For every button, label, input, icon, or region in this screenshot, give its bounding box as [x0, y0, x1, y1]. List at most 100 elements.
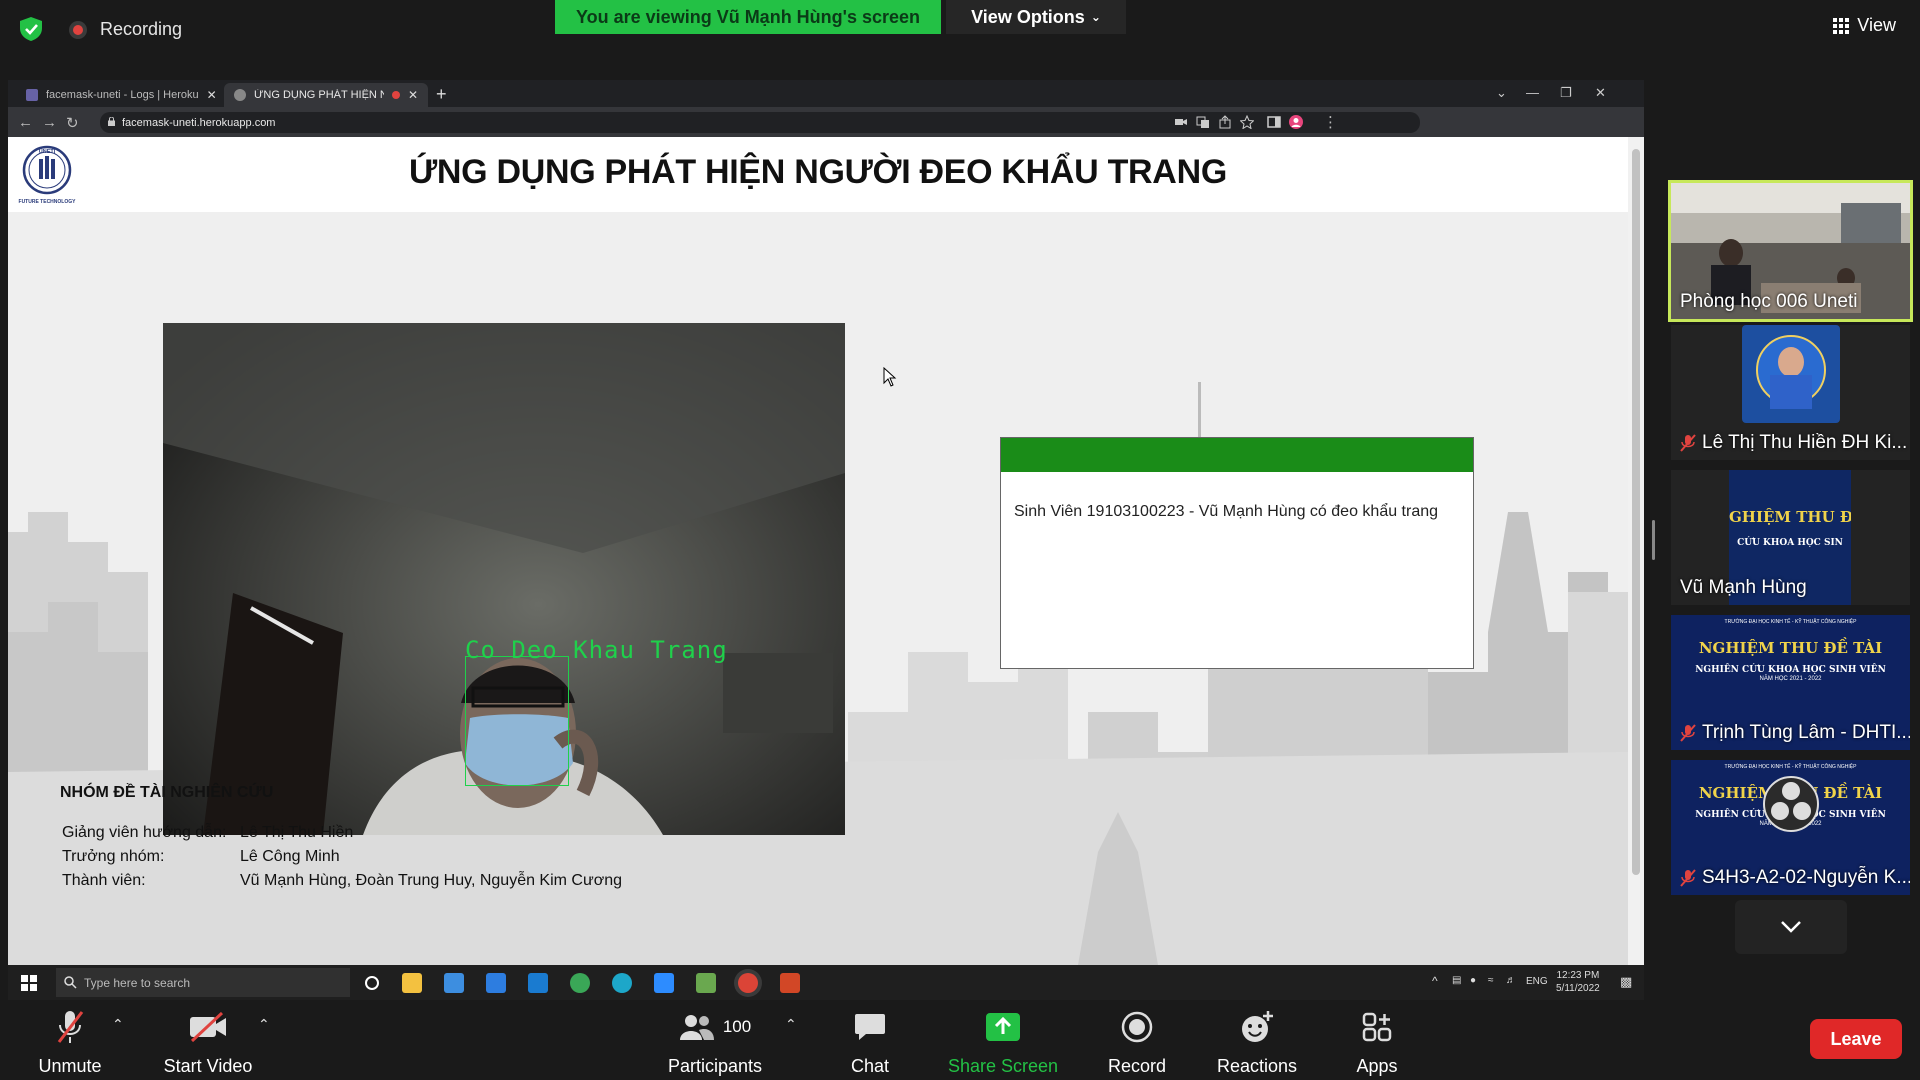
page-header: UNETI FUTURE TECHNOLOGY ỨNG DỤNG PHÁT HI…	[8, 137, 1628, 212]
leave-button[interactable]: Leave	[1810, 1019, 1902, 1059]
event-banner: TRƯỜNG ĐẠI HỌC KINH TẾ - KỸ THUẬT CÔNG N…	[1695, 619, 1886, 682]
clock-date: 5/11/2022	[1556, 983, 1600, 994]
profile-avatar-icon[interactable]	[1289, 115, 1303, 129]
result-panel-header	[1001, 438, 1473, 472]
apps-button[interactable]: Apps	[1350, 1008, 1404, 1077]
close-tab-icon[interactable]: ✕	[408, 88, 418, 102]
chevron-down-icon: ⌄	[1090, 10, 1101, 24]
participants-button[interactable]: 100 Participants	[660, 1008, 770, 1077]
participants-label: Participants	[667, 1056, 763, 1076]
side-panel-icon[interactable]	[1267, 115, 1281, 129]
reload-icon[interactable]: ↻	[66, 114, 79, 132]
page-body: Co Deo Khau Trang Sinh Viên 19103100223 …	[8, 212, 1628, 965]
tab-search-icon[interactable]: ⌄	[1496, 85, 1507, 101]
edge-icon[interactable]	[612, 973, 632, 993]
new-tab-icon[interactable]: +	[436, 84, 447, 105]
zoom-app-icon[interactable]	[654, 973, 674, 993]
taskbar-search-input[interactable]: Type here to search	[56, 968, 350, 997]
tab-facemask-app[interactable]: ỨNG DỤNG PHÁT HIỆN NGƯ... ✕	[224, 83, 428, 107]
notification-icon[interactable]: ▩	[1620, 974, 1632, 990]
unmute-label: Unmute	[38, 1056, 102, 1076]
network-icon[interactable]: ▤	[1452, 975, 1461, 986]
camera-in-use-icon[interactable]	[1174, 115, 1188, 129]
language-indicator[interactable]: ENG	[1526, 976, 1548, 987]
windows-start-icon[interactable]	[21, 975, 37, 991]
globe-favicon-icon	[234, 89, 246, 101]
more-options-icon[interactable]: ⋮	[1323, 113, 1338, 131]
apps-label: Apps	[1356, 1056, 1398, 1076]
face-detection-box	[465, 656, 569, 786]
windows-taskbar: Type here to search ^ ▤ ● ≈ ♬ ENG 12:23 …	[8, 965, 1644, 1000]
recording-label[interactable]: Recording	[100, 19, 182, 40]
back-icon[interactable]: ←	[18, 114, 33, 131]
restore-icon[interactable]: ❐	[1560, 85, 1572, 101]
security-shield-icon[interactable]	[18, 16, 44, 42]
chat-label: Chat	[850, 1056, 890, 1076]
record-label: Record	[1107, 1056, 1167, 1076]
microphone-icon[interactable]: ●	[1470, 975, 1476, 986]
zoom-top-bar: Recording You are viewing Vũ Mạnh Hùng's…	[0, 0, 1920, 80]
system-tray: ^ ▤ ● ≈ ♬ ENG 12:23 PM 5/11/2022 ▩	[1408, 965, 1644, 1000]
team-row-value: Lê Công Minh	[240, 848, 340, 865]
panel-resize-handle[interactable]	[1652, 520, 1655, 560]
start-video-button[interactable]: Start Video	[158, 1008, 258, 1077]
participants-options-caret-icon[interactable]: ⌃	[785, 1016, 797, 1033]
tray-chevron-icon[interactable]: ^	[1432, 974, 1438, 988]
participant-avatar	[1742, 325, 1840, 423]
store-icon[interactable]	[444, 973, 464, 993]
minimize-icon[interactable]: —	[1526, 85, 1539, 100]
record-button[interactable]: Record	[1100, 1008, 1174, 1077]
video-tile-room[interactable]: Phòng học 006 Uneti	[1668, 180, 1913, 322]
android-studio-icon[interactable]	[696, 973, 716, 993]
wifi-icon[interactable]: ≈	[1488, 975, 1494, 986]
powerpoint-icon[interactable]	[780, 973, 800, 993]
logo-text-bottom: FUTURE TECHNOLOGY	[19, 199, 77, 205]
team-row-leader: Trưởng nhóm: Lê Công Minh	[62, 848, 340, 866]
chat-icon	[855, 1014, 885, 1040]
view-options-button[interactable]: View Options ⌄	[946, 0, 1126, 34]
chevron-down-icon	[1781, 921, 1801, 933]
unmute-button[interactable]: Unmute	[30, 1008, 110, 1077]
tab-title: ỨNG DỤNG PHÁT HIỆN NGƯ...	[254, 89, 384, 101]
tab-heroku-logs[interactable]: facemask-uneti - Logs | Heroku ✕	[16, 83, 220, 107]
mail-icon[interactable]	[486, 973, 506, 993]
reactions-button[interactable]: Reactions	[1212, 1008, 1302, 1077]
apps-icon	[1362, 1012, 1392, 1042]
volume-icon[interactable]: ♬	[1506, 975, 1516, 986]
recording-tab-indicator-icon	[392, 91, 400, 99]
chrome-icon[interactable]	[570, 973, 590, 993]
task-view-icon[interactable]	[362, 973, 382, 993]
audio-options-caret-icon[interactable]: ⌃	[112, 1016, 124, 1033]
file-explorer-icon[interactable]	[402, 973, 422, 993]
scroll-down-button[interactable]	[1735, 900, 1847, 954]
video-tile-participant[interactable]: TRƯỜNG ĐẠI HỌC KINH TẾ - KỸ THUẬT CÔNG N…	[1671, 615, 1910, 750]
grid-icon	[1833, 17, 1850, 34]
share-screen-button[interactable]: Share Screen	[947, 1008, 1059, 1077]
close-tab-icon[interactable]: ✕	[207, 88, 217, 102]
view-button[interactable]: View	[1833, 15, 1896, 36]
heroku-favicon-icon	[26, 89, 38, 101]
translate-icon[interactable]	[1196, 115, 1210, 129]
chrome-active-icon[interactable]	[738, 973, 758, 993]
obs-logo-icon	[1763, 776, 1819, 832]
page-scrollbar[interactable]	[1628, 137, 1644, 965]
team-row-advisor: Giảng viên hướng dẫn: Lê Thị Thu Hiền	[62, 824, 353, 842]
close-window-icon[interactable]: ✕	[1595, 85, 1606, 101]
bookmark-star-icon[interactable]	[1240, 115, 1254, 129]
video-tile-participant[interactable]: GHIỆM THU ĐỀ CỨU KHOA HỌC SIN Vũ Mạnh Hù…	[1671, 470, 1910, 605]
video-options-caret-icon[interactable]: ⌃	[258, 1016, 270, 1033]
reactions-icon	[1242, 1011, 1273, 1042]
video-off-icon	[190, 1012, 226, 1042]
video-tile-participant[interactable]: Lê Thị Thu Hiền ĐH Ki...	[1671, 325, 1910, 460]
share-screen-label: Share Screen	[947, 1056, 1059, 1076]
recording-icon[interactable]	[69, 21, 87, 39]
reactions-label: Reactions	[1216, 1056, 1298, 1076]
scrollbar-thumb[interactable]	[1632, 149, 1640, 875]
video-tile-participant[interactable]: TRƯỜNG ĐẠI HỌC KINH TẾ - KỸ THUẬT CÔNG N…	[1671, 760, 1910, 895]
taskbar-clock[interactable]: 12:23 PM 5/11/2022	[1556, 969, 1600, 995]
share-icon[interactable]	[1218, 115, 1232, 129]
team-row-value: Vũ Mạnh Hùng, Đoàn Trung Huy, Nguyễn Kim…	[240, 872, 622, 889]
vscode-icon[interactable]	[528, 973, 548, 993]
forward-icon[interactable]: →	[42, 114, 57, 131]
chat-button[interactable]: Chat	[840, 1008, 900, 1077]
